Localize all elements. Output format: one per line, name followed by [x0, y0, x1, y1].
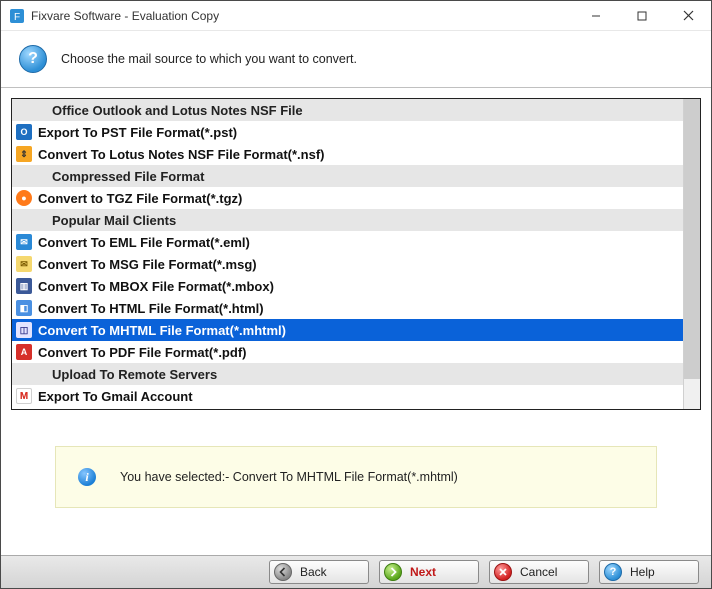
- list-header: Upload To Remote Servers: [12, 363, 683, 385]
- help-button[interactable]: ? Help: [599, 560, 699, 584]
- cancel-button[interactable]: Cancel: [489, 560, 589, 584]
- app-window: F Fixvare Software - Evaluation Copy ? C…: [0, 0, 712, 589]
- scrollbar[interactable]: [683, 99, 700, 409]
- list-row-label: Convert To EML File Format(*.eml): [38, 236, 250, 249]
- help-icon: ?: [604, 563, 622, 581]
- info-icon: i: [78, 468, 96, 486]
- list-row-label: Office Outlook and Lotus Notes NSF File: [38, 104, 303, 117]
- list-row-label: Convert To Lotus Notes NSF File Format(*…: [38, 148, 325, 161]
- status-text: You have selected:- Convert To MHTML Fil…: [120, 470, 458, 484]
- gmail-icon: M: [16, 388, 32, 404]
- list-item[interactable]: M Export To Gmail Account: [12, 385, 683, 407]
- list-row-label: Upload To Remote Servers: [38, 368, 217, 381]
- question-icon: ?: [19, 45, 47, 73]
- list-row-label: Compressed File Format: [38, 170, 204, 183]
- help-button-label: Help: [630, 565, 655, 579]
- titlebar: F Fixvare Software - Evaluation Copy: [1, 1, 711, 31]
- html-icon: ◧: [16, 300, 32, 316]
- back-button[interactable]: Back: [269, 560, 369, 584]
- list-row-label: Convert To HTML File Format(*.html): [38, 302, 264, 315]
- list-item[interactable]: ⇕ Convert To Lotus Notes NSF File Format(…: [12, 143, 683, 165]
- list-row-label: Convert To PDF File Format(*.pdf): [38, 346, 246, 359]
- mbox-icon: ▥: [16, 278, 32, 294]
- list-row-label: Export To Gmail Account: [38, 390, 193, 403]
- mhtml-icon: ◫: [16, 322, 32, 338]
- eml-icon: ✉: [16, 234, 32, 250]
- app-icon: F: [9, 8, 25, 24]
- list-row-label: Convert To MBOX File Format(*.mbox): [38, 280, 274, 293]
- list-item[interactable]: ✉ Convert To EML File Format(*.eml): [12, 231, 683, 253]
- instruction-bar: ? Choose the mail source to which you wa…: [1, 31, 711, 88]
- list-item[interactable]: ▥ Convert To MBOX File Format(*.mbox): [12, 275, 683, 297]
- format-listbox[interactable]: Office Outlook and Lotus Notes NSF File O…: [11, 98, 701, 410]
- scrollbar-thumb[interactable]: [684, 99, 700, 379]
- back-arrow-icon: [274, 563, 292, 581]
- list-header: Compressed File Format: [12, 165, 683, 187]
- cancel-icon: [494, 563, 512, 581]
- outlook-icon: O: [16, 124, 32, 140]
- nsf-icon: ⇕: [16, 146, 32, 162]
- svg-text:F: F: [14, 12, 20, 23]
- list-item[interactable]: ◫ Convert To MHTML File Format(*.mhtml): [12, 319, 683, 341]
- next-button-label: Next: [410, 565, 436, 579]
- maximize-button[interactable]: [619, 1, 665, 31]
- msg-icon: ✉: [16, 256, 32, 272]
- list-row-label: Export To PST File Format(*.pst): [38, 126, 237, 139]
- status-box: i You have selected:- Convert To MHTML F…: [55, 446, 657, 508]
- cancel-button-label: Cancel: [520, 565, 557, 579]
- list-row-label: Convert To MHTML File Format(*.mhtml): [38, 324, 286, 337]
- content-area: Office Outlook and Lotus Notes NSF File O…: [1, 88, 711, 555]
- list-item[interactable]: ● Convert to TGZ File Format(*.tgz): [12, 187, 683, 209]
- list-row-label: Popular Mail Clients: [38, 214, 176, 227]
- list-header: Popular Mail Clients: [12, 209, 683, 231]
- list-item[interactable]: ✉ Convert To MSG File Format(*.msg): [12, 253, 683, 275]
- list-item[interactable]: ◧ Convert To HTML File Format(*.html): [12, 297, 683, 319]
- back-button-label: Back: [300, 565, 327, 579]
- instruction-text: Choose the mail source to which you want…: [61, 52, 357, 66]
- window-controls: [573, 1, 711, 31]
- list-row-label: Convert To MSG File Format(*.msg): [38, 258, 257, 271]
- list-row-label: Convert to TGZ File Format(*.tgz): [38, 192, 242, 205]
- minimize-button[interactable]: [573, 1, 619, 31]
- next-arrow-icon: [384, 563, 402, 581]
- list-header: Office Outlook and Lotus Notes NSF File: [12, 99, 683, 121]
- next-button[interactable]: Next: [379, 560, 479, 584]
- list-item[interactable]: A Convert To PDF File Format(*.pdf): [12, 341, 683, 363]
- close-button[interactable]: [665, 1, 711, 31]
- window-title: Fixvare Software - Evaluation Copy: [31, 9, 573, 23]
- pdf-icon: A: [16, 344, 32, 360]
- button-strip: Back Next Cancel ? Help: [1, 555, 711, 588]
- tgz-icon: ●: [16, 190, 32, 206]
- list-item[interactable]: O Export To PST File Format(*.pst): [12, 121, 683, 143]
